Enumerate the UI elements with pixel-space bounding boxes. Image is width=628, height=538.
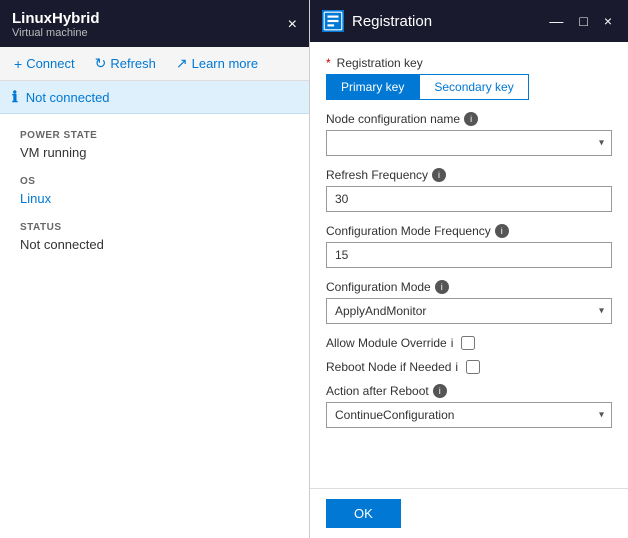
action-reboot-group: Action after Reboot i ContinueConfigurat… — [326, 384, 612, 428]
right-title: Registration — [352, 13, 432, 30]
left-close-button[interactable]: × — [288, 16, 297, 34]
allow-module-checkbox[interactable] — [461, 336, 475, 350]
reg-key-group: * Registration key Primary key Secondary… — [326, 56, 612, 100]
primary-key-tab[interactable]: Primary key — [326, 74, 419, 100]
config-mode-freq-group: Configuration Mode Frequency i — [326, 224, 612, 268]
right-header: Registration — □ × — [310, 0, 628, 42]
node-config-label: Node configuration name i — [326, 112, 612, 126]
status-label: STATUS — [20, 222, 289, 233]
config-mode-freq-input[interactable] — [326, 242, 612, 268]
vm-title-group: LinuxHybrid Virtual machine — [12, 10, 100, 39]
left-toolbar: + Connect ↻ Refresh ↗ Learn more — [0, 47, 309, 81]
os-label: OS — [20, 176, 289, 187]
status-value: Not connected — [20, 237, 289, 252]
node-config-select-wrapper: ▾ — [326, 130, 612, 156]
action-reboot-select[interactable]: ContinueConfiguration StopConfiguration — [326, 402, 612, 428]
config-mode-label-text: Configuration Mode — [326, 280, 431, 294]
learn-more-button[interactable]: ↗ Learn more — [172, 53, 262, 74]
registration-svg-icon — [322, 10, 344, 32]
vm-name: LinuxHybrid — [12, 10, 100, 27]
action-reboot-info-icon: i — [433, 384, 447, 398]
allow-module-row: Allow Module Override i — [326, 336, 612, 350]
minimize-button[interactable]: — — [545, 11, 567, 31]
node-config-info-icon: i — [464, 112, 478, 126]
allow-module-info-icon: i — [451, 336, 454, 350]
reg-key-label: * Registration key — [326, 56, 612, 70]
reg-key-tabs: Primary key Secondary key — [326, 74, 612, 100]
connect-label: Connect — [26, 56, 74, 71]
registration-icon — [322, 10, 344, 32]
refresh-button[interactable]: ↻ Refresh — [91, 53, 160, 74]
refresh-freq-label-text: Refresh Frequency — [326, 168, 428, 182]
connect-icon: + — [14, 56, 22, 72]
config-mode-freq-label-text: Configuration Mode Frequency — [326, 224, 491, 238]
allow-module-label: Allow Module Override i — [326, 336, 453, 350]
info-icon: ℹ — [12, 88, 18, 106]
action-reboot-label: Action after Reboot i — [326, 384, 612, 398]
refresh-label: Refresh — [110, 56, 156, 71]
config-mode-group: Configuration Mode i ApplyAndMonitor App… — [326, 280, 612, 324]
reboot-node-row: Reboot Node if Needed i — [326, 360, 612, 374]
maximize-button[interactable]: □ — [575, 11, 591, 31]
config-mode-info-icon: i — [435, 280, 449, 294]
status-text: Not connected — [26, 90, 110, 105]
ok-button[interactable]: OK — [326, 499, 401, 528]
learn-more-icon: ↗ — [176, 55, 188, 72]
secondary-key-tab[interactable]: Secondary key — [419, 74, 528, 100]
refresh-icon: ↻ — [95, 55, 107, 72]
reg-key-label-text: Registration key — [337, 56, 423, 70]
right-footer: OK — [310, 488, 628, 538]
right-panel: Registration — □ × * Registration key Pr… — [310, 0, 628, 538]
action-reboot-label-text: Action after Reboot — [326, 384, 429, 398]
refresh-freq-group: Refresh Frequency i — [326, 168, 612, 212]
config-mode-select-wrapper: ApplyAndMonitor ApplyOnly ApplyAndAutoCo… — [326, 298, 612, 324]
config-mode-label: Configuration Mode i — [326, 280, 612, 294]
refresh-freq-input[interactable] — [326, 186, 612, 212]
node-config-label-text: Node configuration name — [326, 112, 460, 126]
power-state-value: VM running — [20, 145, 289, 160]
reboot-node-info-icon: i — [455, 360, 458, 374]
allow-module-label-text: Allow Module Override — [326, 336, 447, 350]
reboot-node-label-text: Reboot Node if Needed — [326, 360, 451, 374]
config-mode-select[interactable]: ApplyAndMonitor ApplyOnly ApplyAndAutoCo… — [326, 298, 612, 324]
vm-type: Virtual machine — [12, 27, 100, 39]
left-content: POWER STATE VM running OS Linux STATUS N… — [0, 114, 309, 538]
left-panel: LinuxHybrid Virtual machine × + Connect … — [0, 0, 310, 538]
right-header-controls: — □ × — [545, 11, 616, 31]
right-body: * Registration key Primary key Secondary… — [310, 42, 628, 488]
config-mode-freq-label: Configuration Mode Frequency i — [326, 224, 612, 238]
learn-more-label: Learn more — [192, 56, 258, 71]
connect-button[interactable]: + Connect — [10, 54, 79, 74]
right-header-left: Registration — [322, 10, 432, 32]
action-reboot-select-wrapper: ContinueConfiguration StopConfiguration … — [326, 402, 612, 428]
node-config-group: Node configuration name i ▾ — [326, 112, 612, 156]
refresh-freq-info-icon: i — [432, 168, 446, 182]
right-close-button[interactable]: × — [600, 11, 616, 31]
reboot-node-label: Reboot Node if Needed i — [326, 360, 458, 374]
refresh-freq-label: Refresh Frequency i — [326, 168, 612, 182]
config-mode-freq-info-icon: i — [495, 224, 509, 238]
os-value[interactable]: Linux — [20, 191, 289, 206]
required-star: * — [326, 56, 331, 70]
left-header: LinuxHybrid Virtual machine × — [0, 0, 309, 47]
node-config-select[interactable] — [326, 130, 612, 156]
status-bar: ℹ Not connected — [0, 81, 309, 114]
reboot-node-checkbox[interactable] — [466, 360, 480, 374]
power-state-label: POWER STATE — [20, 130, 289, 141]
